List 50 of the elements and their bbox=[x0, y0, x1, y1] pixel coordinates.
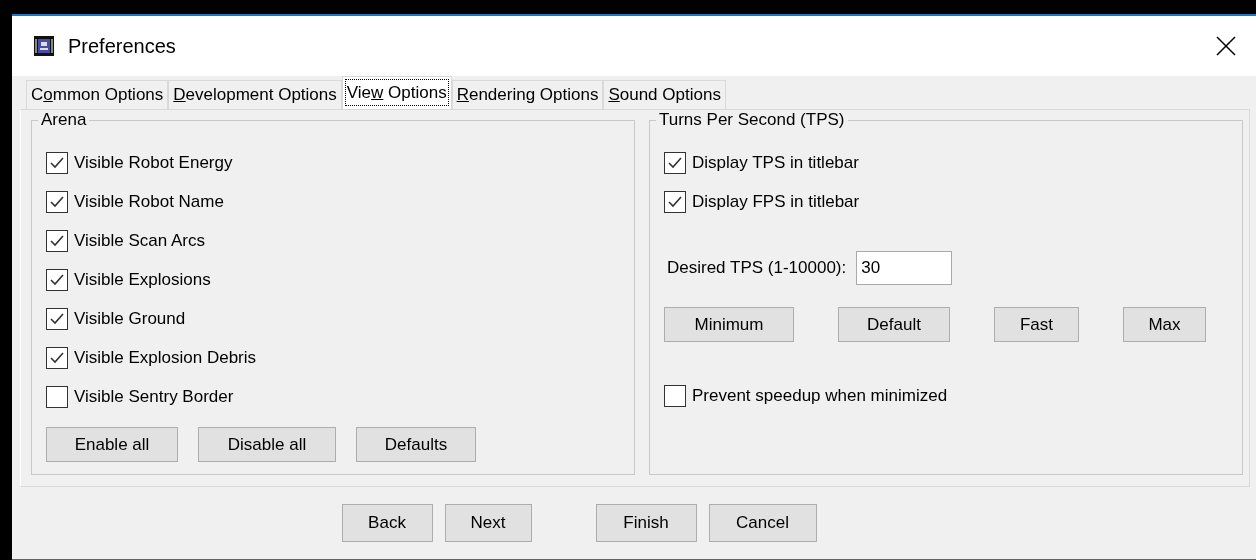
check-icon bbox=[49, 350, 65, 365]
window-title: Preferences bbox=[68, 34, 177, 58]
speed-button[interactable]: Minimum bbox=[664, 307, 794, 342]
checkbox[interactable] bbox=[664, 151, 686, 174]
checkbox[interactable] bbox=[664, 384, 686, 407]
checkbox[interactable] bbox=[46, 229, 68, 252]
checkbox[interactable] bbox=[46, 307, 68, 330]
speed-button[interactable]: Max bbox=[1123, 307, 1206, 342]
check-icon bbox=[667, 194, 683, 209]
input-field[interactable]: 30 bbox=[856, 251, 953, 285]
action-button[interactable]: Disable all bbox=[198, 427, 336, 462]
action-button[interactable]: Defaults bbox=[356, 427, 476, 462]
checkbox-label[interactable]: Visible Ground bbox=[74, 308, 186, 329]
checkbox-label[interactable]: Prevent speedup when minimized bbox=[692, 385, 948, 406]
checkbox[interactable] bbox=[46, 346, 68, 369]
tab[interactable]: Development Options bbox=[168, 80, 342, 109]
tab[interactable]: Common Options bbox=[26, 80, 169, 109]
tab[interactable]: Rendering Options bbox=[451, 80, 604, 109]
checkbox[interactable] bbox=[664, 190, 686, 213]
check-icon bbox=[49, 233, 65, 248]
checkbox[interactable] bbox=[46, 151, 68, 174]
checkbox-label[interactable]: Display TPS in titlebar bbox=[692, 152, 859, 173]
close-icon bbox=[1216, 36, 1236, 56]
speed-button[interactable]: Default bbox=[838, 307, 950, 342]
checkbox-label[interactable]: Visible Sentry Border bbox=[74, 386, 234, 407]
wizard-button[interactable]: Cancel bbox=[708, 504, 817, 542]
checkbox-label[interactable]: Display FPS in titlebar bbox=[692, 191, 860, 212]
checkbox-label[interactable]: Visible Robot Name bbox=[74, 191, 224, 212]
tab[interactable]: View Options bbox=[341, 76, 452, 109]
check-icon bbox=[49, 272, 65, 287]
check-icon bbox=[49, 194, 65, 209]
app-icon bbox=[34, 36, 54, 56]
checkbox[interactable] bbox=[46, 268, 68, 291]
check-icon bbox=[667, 155, 683, 170]
tab[interactable]: Sound Options bbox=[603, 80, 726, 109]
field-label: Desired TPS (1-10000): bbox=[667, 258, 847, 278]
checkbox-label[interactable]: Visible Explosion Debris bbox=[74, 347, 257, 368]
check-icon bbox=[49, 311, 65, 326]
group-title: Turns Per Second (TPS) bbox=[656, 110, 848, 130]
checkbox[interactable] bbox=[46, 385, 68, 408]
checkbox-label[interactable]: Visible Scan Arcs bbox=[74, 230, 206, 251]
wizard-button[interactable]: Back bbox=[341, 504, 433, 542]
wizard-button[interactable]: Finish bbox=[595, 504, 697, 542]
checkbox[interactable] bbox=[46, 190, 68, 213]
speed-button[interactable]: Fast bbox=[994, 307, 1079, 342]
checkbox-label[interactable]: Visible Explosions bbox=[74, 269, 211, 290]
checkbox-label[interactable]: Visible Robot Energy bbox=[74, 152, 233, 173]
check-icon bbox=[49, 155, 65, 170]
wizard-button[interactable]: Next bbox=[444, 504, 532, 542]
action-button[interactable]: Enable all bbox=[46, 427, 178, 462]
